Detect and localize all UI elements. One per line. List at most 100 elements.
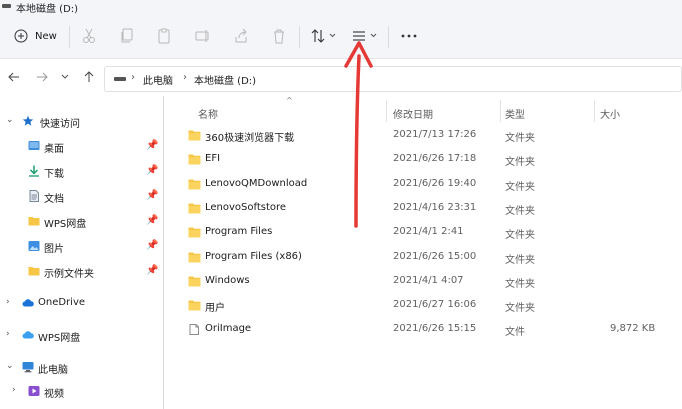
chevron-right-icon[interactable]: ›	[12, 385, 16, 395]
pin-icon[interactable]: 📌	[146, 190, 158, 201]
sidebar-item-pictures[interactable]: 图片 📌	[0, 235, 164, 257]
delete-button[interactable]	[272, 28, 286, 44]
table-row[interactable]: 360极速浏览器下载 2021/7/13 17:26 文件夹	[180, 124, 670, 148]
sidebar-item-label: 快速访问	[40, 119, 80, 130]
breadcrumb-drive-d[interactable]: 本地磁盘 (D:)	[194, 72, 256, 87]
sort-button[interactable]	[311, 28, 337, 44]
share-icon	[235, 28, 247, 43]
file-type: 文件夹	[505, 133, 535, 144]
address-bar[interactable]: › 此电脑 › 本地磁盘 (D:)	[104, 66, 682, 92]
sidebar-item-label: WPS网盘	[38, 333, 81, 344]
sidebar-item-label: OneDrive	[38, 297, 86, 308]
file-type: 文件夹	[505, 181, 535, 193]
copy-icon	[121, 28, 133, 43]
command-bar: New	[0, 14, 682, 59]
share-button[interactable]	[233, 28, 249, 44]
arrow-up-icon	[84, 71, 94, 82]
sidebar-item-videos[interactable]: › 视频	[0, 380, 164, 402]
rename-button[interactable]	[195, 28, 211, 44]
file-modified-date: 2021/4/16 23:31	[393, 201, 477, 213]
table-row[interactable]: Program Files 2021/4/1 2:41 文件夹	[180, 221, 670, 245]
sidebar-item-onedrive[interactable]: › OneDrive	[0, 292, 164, 314]
cloud-icon	[22, 331, 34, 339]
table-row[interactable]: OriImage 2021/6/26 15:15 文件 9,872 KB	[180, 318, 670, 342]
cut-button[interactable]	[82, 28, 96, 44]
drive-icon	[2, 4, 11, 8]
chevron-right-icon[interactable]: ›	[6, 297, 10, 307]
document-icon	[29, 190, 39, 202]
up-button[interactable]	[83, 71, 95, 86]
address-row: › 此电脑 › 本地磁盘 (D:)	[0, 59, 682, 95]
pin-icon[interactable]: 📌	[146, 140, 158, 151]
new-button[interactable]: New	[14, 26, 57, 46]
arrow-right-icon	[37, 72, 48, 82]
computer-icon	[22, 362, 34, 373]
recent-locations-button[interactable]	[61, 73, 69, 84]
new-button-label: New	[35, 30, 57, 42]
file-list: ^ 名称 修改日期 类型 大小 360极速浏览器下载 2021/7/13 17:2…	[170, 96, 682, 409]
breadcrumb-separator-icon: ›	[183, 72, 187, 83]
chevron-right-icon[interactable]: ›	[6, 329, 10, 339]
back-button[interactable]	[8, 71, 20, 86]
download-icon	[29, 165, 39, 177]
sidebar-item-sample-folder[interactable]: 示例文件夹 📌	[0, 260, 164, 282]
column-divider[interactable]	[386, 100, 387, 122]
pin-icon[interactable]: 📌	[146, 215, 158, 226]
paste-button[interactable]	[157, 28, 171, 44]
toolbar-divider	[388, 26, 389, 48]
copy-button[interactable]	[120, 28, 134, 44]
file-type: 文件夹	[505, 303, 535, 315]
pin-icon[interactable]: 📌	[146, 165, 158, 176]
file-type: 文件	[505, 327, 525, 339]
delete-icon	[274, 29, 284, 44]
column-header-size[interactable]: 大小	[600, 106, 620, 121]
breadcrumb-this-pc[interactable]: 此电脑	[143, 72, 173, 87]
pictures-icon	[28, 241, 40, 251]
sidebar-item-wps-drive-pinned[interactable]: WPS网盘 📌	[0, 210, 164, 232]
video-icon	[28, 386, 40, 396]
file-name: Windows	[205, 274, 250, 286]
file-type: 文件夹	[505, 157, 535, 169]
chevron-down-icon[interactable]: ⌄	[6, 361, 14, 371]
table-row[interactable]: LenovoSoftstore 2021/4/16 23:31 文件夹	[180, 197, 670, 221]
forward-button[interactable]	[36, 71, 48, 86]
folder-icon	[188, 227, 201, 238]
folder-icon	[188, 154, 201, 165]
sidebar-item-desktop[interactable]: 桌面 📌	[0, 135, 164, 157]
sidebar-item-wps-drive[interactable]: › WPS网盘	[0, 324, 164, 346]
more-button[interactable]	[401, 28, 417, 44]
toolbar-divider	[69, 26, 70, 48]
window-title: 本地磁盘 (D:)	[16, 4, 79, 15]
sidebar-item-documents[interactable]: 文档 📌	[0, 185, 164, 207]
sidebar-item-downloads[interactable]: 下载 📌	[0, 160, 164, 182]
file-modified-date: 2021/6/26 17:18	[393, 153, 477, 165]
sidebar-item-this-pc[interactable]: ⌄ 此电脑	[0, 356, 164, 378]
pin-icon[interactable]: 📌	[146, 240, 158, 251]
sidebar-item-label: 图片	[44, 244, 64, 255]
column-divider[interactable]	[500, 100, 501, 122]
file-type: 文件夹	[505, 278, 535, 290]
table-row[interactable]: LenovoQMDownload 2021/6/26 19:40 文件夹	[180, 173, 670, 197]
sidebar-item-quick-access[interactable]: ⌄ 快速访问	[0, 110, 164, 132]
file-modified-date: 2021/4/1 4:07	[393, 274, 464, 286]
folder-icon	[28, 267, 40, 276]
column-header-name[interactable]: 名称	[198, 106, 218, 121]
column-header-date[interactable]: 修改日期	[393, 106, 433, 121]
table-row[interactable]: 用户 2021/6/27 16:06 文件夹	[180, 294, 670, 318]
navigation-pane-scrollbar[interactable]	[163, 96, 164, 409]
column-divider[interactable]	[594, 100, 595, 122]
table-row[interactable]: Windows 2021/4/1 4:07 文件夹	[180, 270, 670, 294]
sidebar-item-label: WPS网盘	[44, 219, 87, 230]
chevron-down-icon[interactable]: ⌄	[6, 115, 14, 125]
file-type: 文件夹	[505, 254, 535, 266]
navigation-pane: ⌄ 快速访问 桌面 📌 下载 📌 文档 📌 WPS网盘 📌 图片 📌 示例文件夹…	[0, 96, 164, 409]
pin-icon[interactable]: 📌	[146, 265, 158, 276]
file-modified-date: 2021/6/26 19:40	[393, 177, 477, 189]
table-row[interactable]: Program Files (x86) 2021/6/26 15:00 文件夹	[180, 246, 670, 270]
file-modified-date: 2021/6/26 15:15	[393, 323, 477, 335]
column-header-type[interactable]: 类型	[505, 106, 525, 121]
table-row[interactable]: EFI 2021/6/26 17:18 文件夹	[180, 148, 670, 172]
folder-icon	[188, 252, 201, 262]
view-button[interactable]	[352, 28, 380, 44]
sidebar-item-label: 下载	[44, 169, 64, 180]
